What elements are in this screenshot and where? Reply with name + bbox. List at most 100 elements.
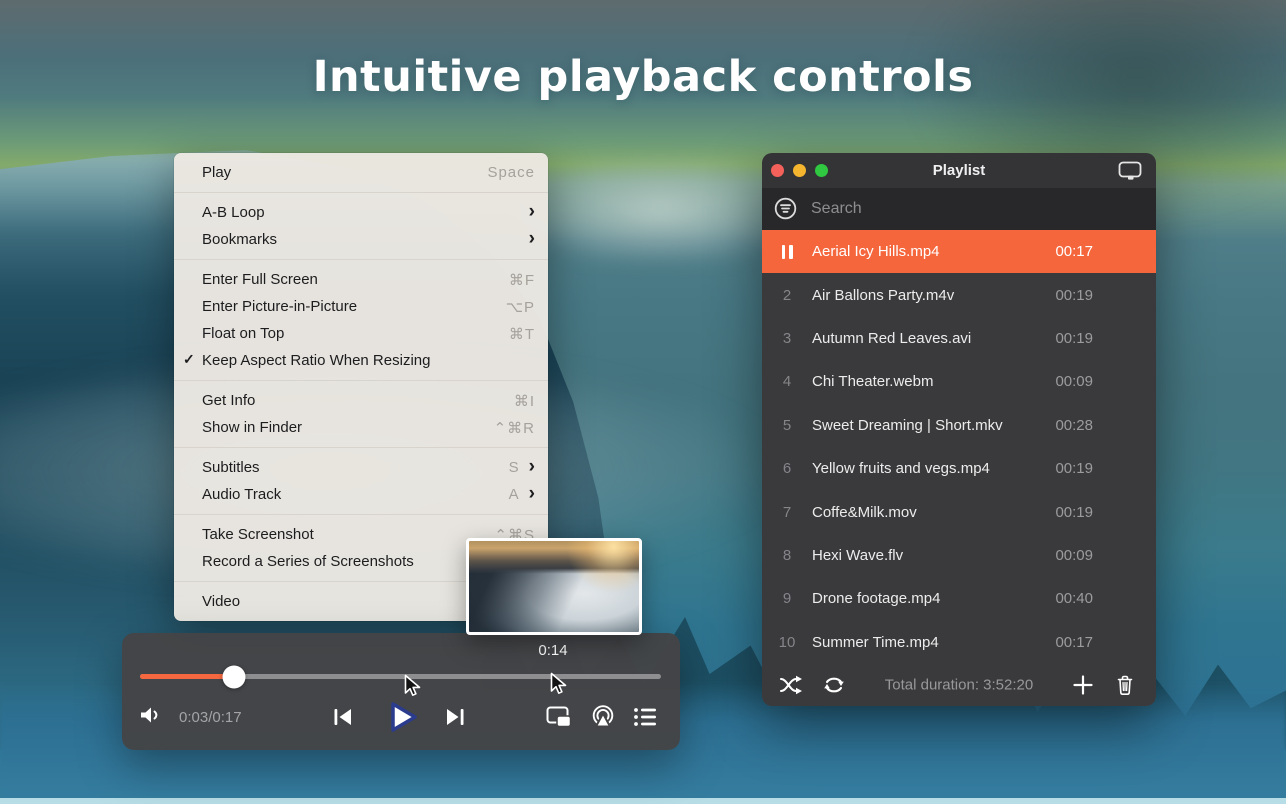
playlist-item[interactable]: 8Hexi Wave.flv00:09	[762, 534, 1156, 577]
next-track-button[interactable]	[442, 704, 468, 730]
playlist-item[interactable]: 9Drone footage.mp400:40	[762, 577, 1156, 620]
playlist-item-duration: 00:19	[1045, 287, 1093, 304]
playlist-item-duration: 00:19	[1045, 504, 1093, 521]
picture-in-picture-icon	[546, 706, 572, 728]
playlist-item[interactable]: 4Chi Theater.webm00:09	[762, 360, 1156, 403]
close-button[interactable]	[771, 164, 784, 177]
playlist-item-name: Hexi Wave.flv	[812, 547, 1045, 564]
menu-item-label: Get Info	[202, 392, 255, 409]
menu-item-accessory: S›	[509, 458, 535, 477]
trash-icon	[1115, 674, 1135, 696]
repeat-button[interactable]	[820, 673, 848, 697]
menu-item-label: Take Screenshot	[202, 526, 314, 543]
menu-item-accessory: ›	[529, 203, 535, 222]
menu-item-float-on-top[interactable]: Float on Top⌘T	[174, 320, 548, 347]
playlist-item[interactable]: 6Yellow fruits and vegs.mp400:19	[762, 447, 1156, 490]
menu-item-label: A-B Loop	[202, 204, 265, 221]
playlist-toggle-button[interactable]	[633, 706, 659, 728]
menu-item-label: Enter Full Screen	[202, 271, 318, 288]
playlist-item-name: Air Ballons Party.m4v	[812, 287, 1045, 304]
playlist-item-duration: 00:19	[1045, 460, 1093, 477]
playlist-item[interactable]: Aerial Icy Hills.mp400:17	[762, 230, 1156, 273]
playlist-item-number: 2	[762, 287, 812, 304]
playlist-item[interactable]: 5Sweet Dreaming | Short.mkv00:28	[762, 404, 1156, 447]
page-title: Intuitive playback controls	[0, 52, 1286, 102]
menu-item-subtitles[interactable]: SubtitlesS›	[174, 454, 548, 481]
background-bottom-strip	[0, 798, 1286, 804]
playlist-item-duration: 00:28	[1045, 417, 1093, 434]
menu-item-bookmarks[interactable]: Bookmarks›	[174, 226, 548, 253]
chevron-right-icon: ›	[529, 229, 535, 248]
menu-shortcut: S	[509, 459, 520, 476]
menu-item-accessory: ⌘I	[514, 392, 535, 410]
menu-item-play[interactable]: PlaySpace	[174, 159, 548, 186]
menu-item-accessory: ⌃⌘R	[494, 419, 535, 437]
shuffle-icon	[778, 673, 804, 697]
fullscreen-button[interactable]	[815, 164, 828, 177]
menu-separator	[174, 192, 548, 193]
menu-item-a-b-loop[interactable]: A-B Loop ›	[174, 199, 548, 226]
menu-item-accessory: ⌥P	[506, 298, 535, 316]
menu-item-audio-track[interactable]: Audio TrackA›	[174, 481, 548, 508]
playlist-item[interactable]: 7Coffe&Milk.mov00:19	[762, 490, 1156, 533]
detach-window-button[interactable]	[1117, 160, 1143, 187]
playlist-item-duration: 00:17	[1045, 634, 1093, 651]
menu-separator	[174, 514, 548, 515]
previous-track-button[interactable]	[330, 704, 356, 730]
menu-shortcut: A	[509, 486, 520, 503]
menu-item-keep-aspect-ratio-when-resizing[interactable]: ✓Keep Aspect Ratio When Resizing	[174, 347, 548, 374]
playlist-item-name: Drone footage.mp4	[812, 590, 1045, 607]
detach-window-icon	[1117, 160, 1143, 182]
background-cloud	[520, 160, 800, 260]
volume-icon	[138, 703, 164, 727]
playlist-item[interactable]: 3Autumn Red Leaves.avi00:19	[762, 317, 1156, 360]
repeat-icon	[820, 673, 848, 697]
playlist-item-duration: 00:19	[1045, 330, 1093, 347]
add-file-button[interactable]	[1072, 674, 1094, 696]
minimize-button[interactable]	[793, 164, 806, 177]
playlist-item-duration: 00:09	[1045, 547, 1093, 564]
menu-separator	[174, 380, 548, 381]
seek-preview-time: 0:14	[527, 642, 579, 659]
menu-item-show-in-finder[interactable]: Show in Finder⌃⌘R	[174, 414, 548, 441]
volume-button[interactable]	[138, 703, 164, 727]
menu-separator	[174, 259, 548, 260]
playlist-item-duration: 00:09	[1045, 373, 1093, 390]
playlist-item[interactable]: 10Summer Time.mp400:17	[762, 621, 1156, 664]
shuffle-button[interactable]	[778, 673, 804, 697]
chevron-right-icon: ›	[529, 484, 535, 503]
playlist-items: Aerial Icy Hills.mp400:172Air Ballons Pa…	[762, 230, 1156, 664]
previous-track-icon	[330, 704, 356, 730]
playlist-footer: Total duration: 3:52:20	[762, 664, 1156, 706]
playlist-item-number: 3	[762, 330, 812, 347]
seek-progress	[140, 674, 234, 679]
search-input[interactable]: Search	[762, 188, 1156, 230]
menu-item-enter-full-screen[interactable]: Enter Full Screen ⌘F	[174, 266, 548, 293]
play-button[interactable]	[381, 695, 425, 739]
menu-shortcut: ⌘I	[514, 392, 535, 410]
menu-item-accessory: ›	[529, 230, 535, 249]
seek-bar[interactable]	[140, 674, 661, 679]
menu-item-enter-picture-in-picture[interactable]: Enter Picture-in-Picture ⌥P	[174, 293, 548, 320]
menu-separator	[174, 447, 548, 448]
playlist-item-name: Chi Theater.webm	[812, 373, 1045, 390]
playlist-item-number: 9	[762, 590, 812, 607]
menu-item-label: Video	[202, 593, 240, 610]
menu-shortcut: ⌘F	[509, 271, 535, 289]
playlist-item-number: 7	[762, 504, 812, 521]
delete-button[interactable]	[1115, 674, 1135, 696]
menu-item-label: Enter Picture-in-Picture	[202, 298, 357, 315]
airplay-button[interactable]	[589, 704, 617, 730]
playlist-item-number: 5	[762, 417, 812, 434]
playlist-item[interactable]: 2Air Ballons Party.m4v00:19	[762, 273, 1156, 316]
picture-in-picture-button[interactable]	[546, 706, 572, 728]
menu-shortcut: ⌘T	[509, 325, 535, 343]
playlist-item-duration: 00:17	[1045, 243, 1093, 260]
menu-shortcut: Space	[487, 164, 535, 181]
seek-thumb[interactable]	[222, 665, 245, 688]
menu-item-get-info[interactable]: Get Info ⌘I	[174, 387, 548, 414]
next-track-icon	[442, 704, 468, 730]
playlist-item-name: Sweet Dreaming | Short.mkv	[812, 417, 1045, 434]
playlist-item-name: Summer Time.mp4	[812, 634, 1045, 651]
playlist-item-number: 10	[762, 634, 812, 651]
